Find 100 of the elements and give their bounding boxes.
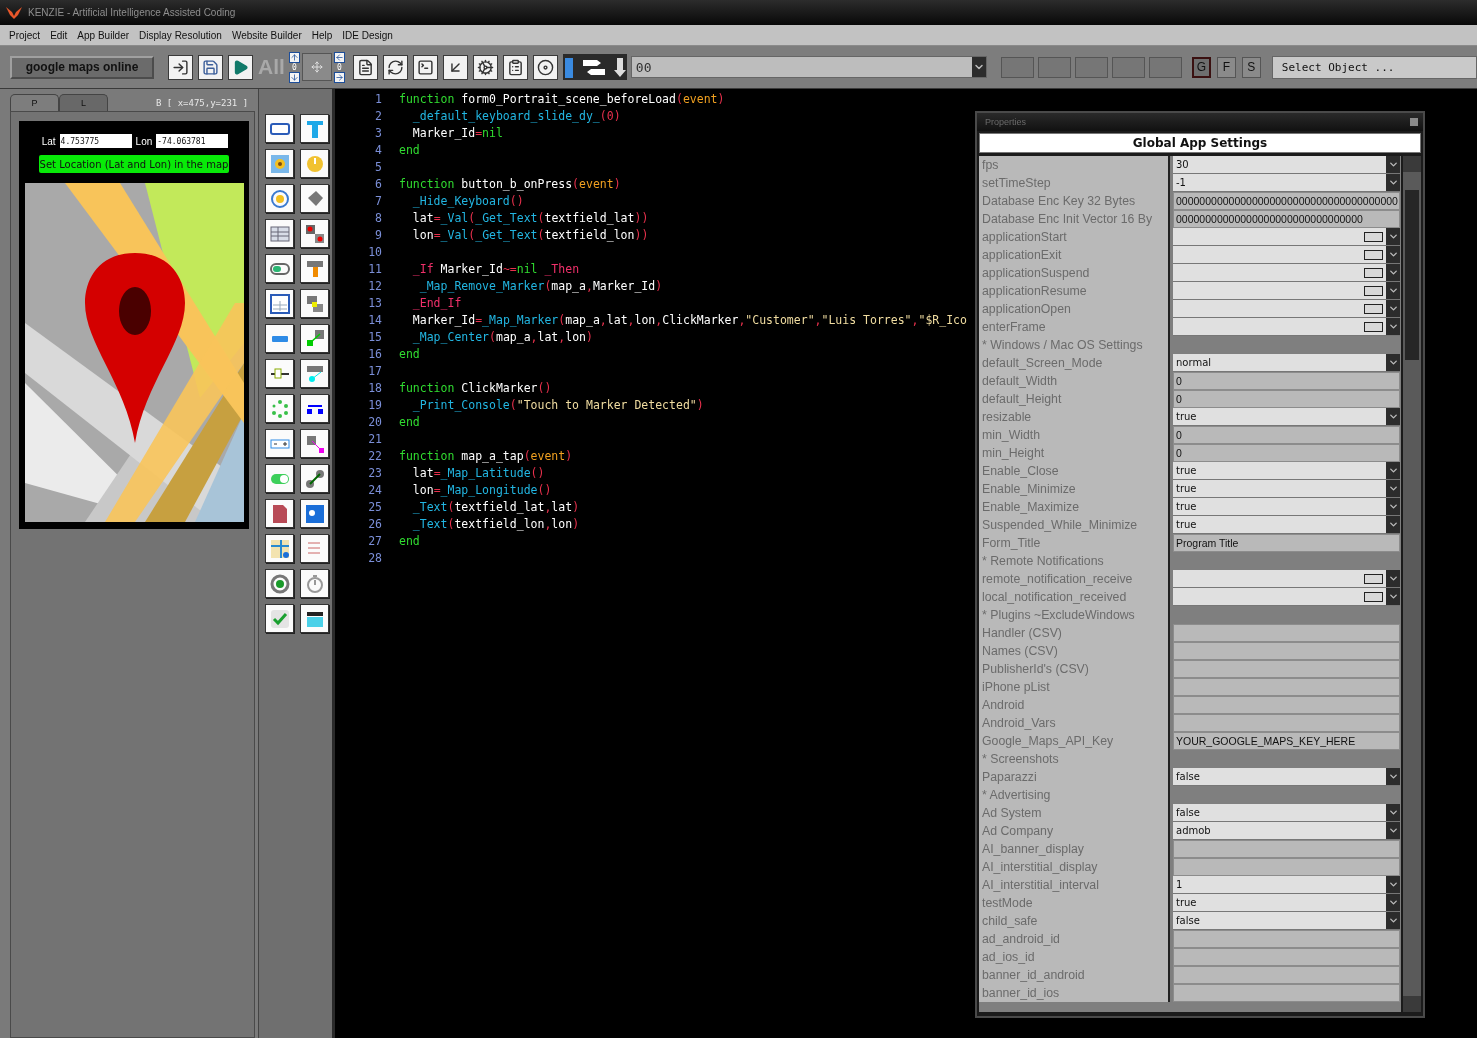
shape-icon[interactable] <box>300 184 329 213</box>
event-handler-dropdown[interactable] <box>1173 228 1400 246</box>
arrow-left-button[interactable] <box>333 51 345 63</box>
settings-icon[interactable] <box>472 54 498 80</box>
property-input[interactable] <box>1173 966 1400 984</box>
property-input[interactable]: 0 <box>1173 390 1400 408</box>
menu-item[interactable]: App Builder <box>77 29 130 41</box>
property-input[interactable]: 0 <box>1173 372 1400 390</box>
contacts-icon[interactable] <box>300 499 329 528</box>
property-input[interactable] <box>1173 858 1400 876</box>
property-dropdown[interactable]: false <box>1173 768 1400 786</box>
text-field-icon[interactable] <box>265 114 294 143</box>
lon-input[interactable]: -74.063781 <box>156 134 229 148</box>
stepper-icon[interactable] <box>265 429 294 458</box>
play-icon[interactable] <box>228 54 253 80</box>
terminal-icon[interactable] <box>412 54 438 80</box>
property-dropdown[interactable]: true <box>1173 408 1400 426</box>
property-dropdown[interactable]: true <box>1173 894 1400 912</box>
property-dropdown[interactable]: true <box>1173 462 1400 480</box>
event-handler-dropdown[interactable] <box>1173 318 1400 336</box>
property-input[interactable] <box>1173 624 1400 642</box>
save-icon[interactable] <box>198 54 223 80</box>
image-icon[interactable] <box>265 149 294 178</box>
image-rotate-icon[interactable] <box>265 184 294 213</box>
joint-icon[interactable] <box>300 289 329 318</box>
property-dropdown[interactable]: admob <box>1173 822 1400 840</box>
menu-item[interactable]: Website Builder <box>231 29 302 41</box>
timer-icon[interactable] <box>300 569 329 598</box>
button-icon[interactable] <box>265 324 294 353</box>
property-input[interactable] <box>1173 714 1400 732</box>
menu-item[interactable]: Project <box>9 29 41 41</box>
property-input[interactable] <box>1173 642 1400 660</box>
joint-icon[interactable] <box>300 359 329 388</box>
property-dropdown[interactable]: -1 <box>1173 174 1400 192</box>
event-handler-dropdown[interactable] <box>1173 300 1400 318</box>
joint-icon[interactable] <box>300 324 329 353</box>
joint-icon[interactable] <box>300 219 329 248</box>
list-icon[interactable] <box>300 534 329 563</box>
property-input[interactable]: 00000000000000000000000000000000 <box>1173 210 1400 228</box>
property-input[interactable]: YOUR_GOOGLE_MAPS_KEY_HERE <box>1173 732 1400 750</box>
lat-input[interactable]: 4.753775 <box>59 134 132 148</box>
property-input[interactable]: 00000000000000000000000000000000000000 <box>1173 192 1400 210</box>
property-input[interactable] <box>1173 984 1400 1002</box>
power-icon[interactable] <box>300 149 329 178</box>
property-input[interactable]: Program Title <box>1173 534 1400 552</box>
swap-arrows-icon[interactable] <box>562 54 627 80</box>
import-icon[interactable] <box>168 54 193 80</box>
scrollbar[interactable] <box>1403 156 1421 1012</box>
arrow-down-left-icon[interactable] <box>442 54 468 80</box>
event-handler-dropdown[interactable] <box>1173 282 1400 300</box>
property-input[interactable] <box>1173 948 1400 966</box>
property-dropdown[interactable]: false <box>1173 804 1400 822</box>
checkmark-icon[interactable] <box>265 604 294 633</box>
mode-button[interactable]: G <box>1191 56 1211 78</box>
property-input[interactable] <box>1173 678 1400 696</box>
select-object-field[interactable]: Select Object ... <box>1271 55 1477 79</box>
map-icon[interactable] <box>265 534 294 563</box>
tab[interactable]: P <box>10 94 59 111</box>
project-button[interactable]: google maps online <box>10 55 154 79</box>
radio-icon[interactable] <box>265 569 294 598</box>
menu-item[interactable]: Display Resolution <box>139 29 222 41</box>
event-handler-dropdown[interactable] <box>1173 588 1400 606</box>
property-dropdown[interactable]: 1 <box>1173 876 1400 894</box>
event-handler-dropdown[interactable] <box>1173 264 1400 282</box>
menu-item[interactable]: Edit <box>50 29 68 41</box>
property-dropdown[interactable]: true <box>1173 480 1400 498</box>
text-icon[interactable] <box>300 114 329 143</box>
property-input[interactable] <box>1173 930 1400 948</box>
property-dropdown[interactable]: true <box>1173 516 1400 534</box>
property-dropdown[interactable]: normal <box>1173 354 1400 372</box>
joint-icon[interactable] <box>300 429 329 458</box>
refresh-icon[interactable] <box>382 54 408 80</box>
mode-button[interactable]: F <box>1216 56 1236 78</box>
menu-item[interactable]: Help <box>311 29 333 41</box>
arrow-right-button[interactable] <box>333 71 345 83</box>
joint-icon[interactable] <box>300 394 329 423</box>
clapperboard-icon[interactable] <box>300 604 329 633</box>
mode-button[interactable]: S <box>1241 56 1261 78</box>
property-input[interactable]: 0 <box>1173 426 1400 444</box>
property-input[interactable] <box>1173 660 1400 678</box>
text-box-icon[interactable] <box>265 289 294 318</box>
table-icon[interactable] <box>265 219 294 248</box>
toggle-icon[interactable] <box>265 464 294 493</box>
arrow-down-button[interactable] <box>288 71 300 83</box>
joint-icon[interactable] <box>300 254 329 283</box>
document-icon[interactable] <box>352 54 378 80</box>
slider-icon[interactable] <box>265 359 294 388</box>
combo-box[interactable]: 00 <box>630 56 987 78</box>
property-dropdown[interactable]: 30 <box>1173 156 1400 174</box>
clipboard-icon[interactable] <box>502 54 528 80</box>
progress-icon[interactable] <box>265 254 294 283</box>
event-handler-dropdown[interactable] <box>1173 246 1400 264</box>
html-file-icon[interactable] <box>265 499 294 528</box>
property-dropdown[interactable]: false <box>1173 912 1400 930</box>
set-location-button[interactable]: Set Location (Lat and Lon) in the map <box>39 155 229 173</box>
spinner-icon[interactable] <box>265 394 294 423</box>
property-input[interactable] <box>1173 696 1400 714</box>
move-icon[interactable] <box>301 53 332 81</box>
menu-item[interactable]: IDE Design <box>342 29 393 41</box>
arrow-up-button[interactable] <box>288 51 300 63</box>
